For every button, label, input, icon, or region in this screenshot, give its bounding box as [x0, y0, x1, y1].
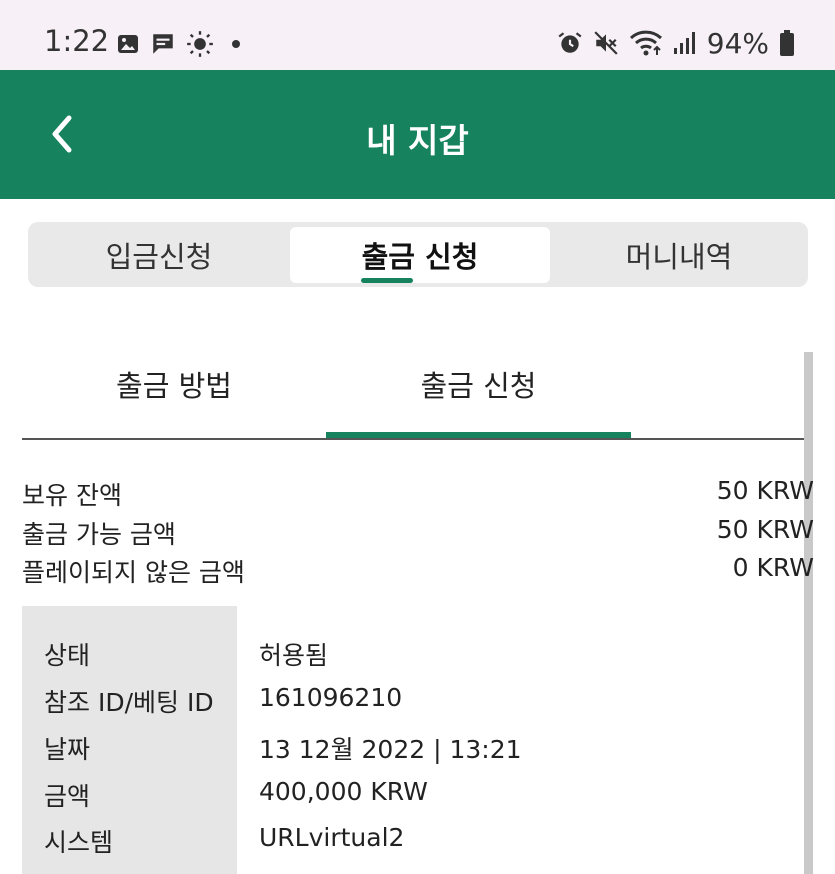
balance-value: 50 KRW — [716, 476, 814, 505]
detail-row-status: 상태 허용됨 — [22, 636, 802, 682]
tab-money-history[interactable]: 머니내역 — [550, 222, 808, 287]
brightness-icon — [187, 31, 213, 57]
image-icon — [118, 35, 138, 53]
subtab-withdraw-method[interactable]: 출금 방법 — [22, 330, 326, 438]
battery-icon — [780, 30, 794, 56]
status-right: 94% — [557, 26, 795, 60]
active-tab-indicator — [361, 278, 413, 283]
signal-icon — [673, 32, 695, 54]
scrollbar[interactable] — [804, 352, 813, 874]
balance-value: 0 KRW — [732, 553, 814, 582]
alarm-icon — [558, 32, 582, 53]
balance-row-held: 보유 잔액 50 KRW — [22, 476, 814, 515]
withdraw-detail: 상태 허용됨 참조 ID/베팅 ID 161096210 날짜 13 12월 2… — [22, 606, 802, 874]
status-left-icons — [116, 30, 248, 58]
subtab-withdraw-request[interactable]: 출금 신청 — [326, 330, 631, 438]
subtab-active-indicator — [326, 432, 631, 438]
detail-label: 시스템 — [44, 828, 114, 857]
detail-row-reference-id: 참조 ID/베팅 ID 161096210 — [22, 683, 802, 729]
status-time: 1:22 — [44, 24, 110, 58]
tab-deposit-request[interactable]: 입금신청 — [28, 222, 290, 287]
detail-label: 날짜 — [44, 735, 91, 764]
detail-row-system: 시스템 URLvirtual2 — [22, 823, 802, 869]
detail-row-date: 날짜 13 12월 2022 | 13:21 — [22, 730, 802, 776]
battery-percent: 94% — [706, 26, 769, 60]
detail-value: 허용됨 — [259, 641, 329, 670]
balance-value: 50 KRW — [716, 514, 814, 544]
balance-label: 플레이되지 않은 금액 — [22, 558, 245, 587]
detail-value: 400,000 KRW — [259, 777, 428, 806]
wifi-icon — [629, 30, 662, 56]
status-bar: 1:22 94% — [0, 0, 835, 70]
detail-label: 금액 — [44, 782, 91, 811]
mute-icon — [594, 31, 618, 55]
detail-value: 13 12월 2022 | 13:21 — [259, 735, 522, 764]
segment-tabs: 입금신청 출금 신청 머니내역 — [28, 222, 808, 287]
balance-row-unplayed: 플레이되지 않은 금액 0 KRW — [22, 553, 814, 592]
dot-icon — [232, 40, 240, 48]
app-header: 내 지갑 — [0, 70, 835, 199]
detail-label: 상태 — [44, 641, 91, 670]
detail-value: 161096210 — [259, 683, 403, 712]
balance-label: 보유 잔액 — [22, 481, 122, 510]
detail-label: 참조 ID/베팅 ID — [44, 688, 214, 717]
tab-withdraw-request[interactable]: 출금 신청 — [290, 227, 550, 283]
detail-row-amount: 금액 400,000 KRW — [22, 777, 802, 823]
balance-summary: 보유 잔액 50 KRW 출금 가능 금액 50 KRW 플레이되지 않은 금액… — [22, 476, 814, 592]
balance-label: 출금 가능 금액 — [22, 519, 176, 549]
balance-row-withdrawable: 출금 가능 금액 50 KRW — [22, 515, 814, 554]
message-icon — [153, 34, 173, 54]
detail-value: URLvirtual2 — [259, 823, 405, 852]
sub-tabs: 출금 방법 출금 신청 — [22, 330, 812, 440]
page-title: 내 지갑 — [366, 121, 469, 160]
